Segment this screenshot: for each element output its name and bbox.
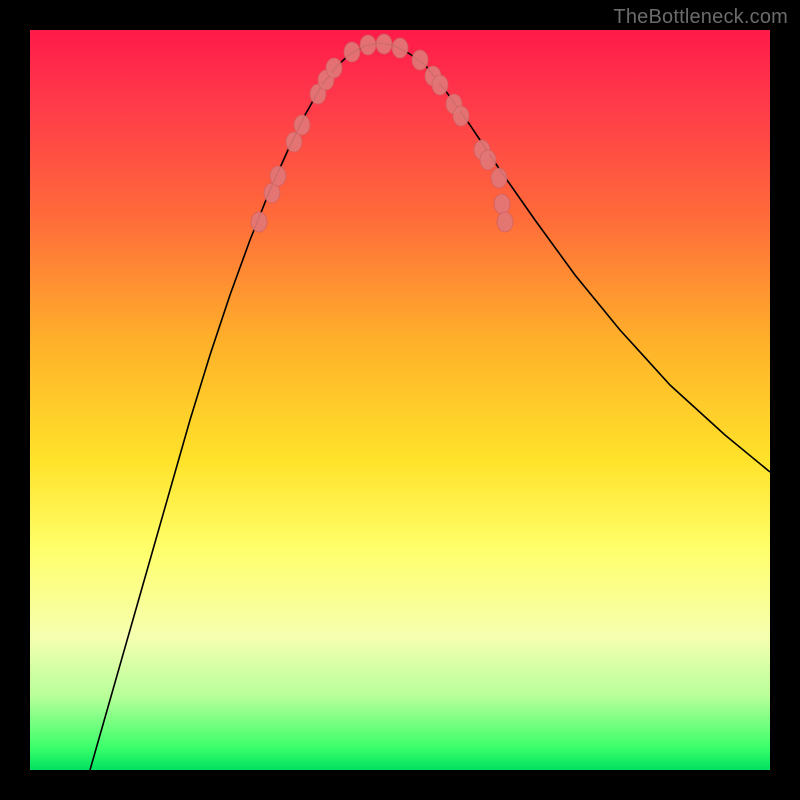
- marker-dot: [453, 106, 469, 126]
- marker-dot: [251, 212, 267, 232]
- plot-svg: [30, 30, 770, 770]
- marker-dot: [286, 132, 302, 152]
- marker-group: [251, 34, 513, 232]
- marker-dot: [326, 58, 342, 78]
- marker-dot: [494, 194, 510, 214]
- marker-dot: [344, 42, 360, 62]
- watermark-text: TheBottleneck.com: [613, 6, 788, 29]
- chart-frame: TheBottleneck.com: [0, 0, 800, 800]
- marker-dot: [491, 168, 507, 188]
- marker-dot: [432, 75, 448, 95]
- marker-dot: [392, 38, 408, 58]
- marker-dot: [412, 50, 428, 70]
- curve-group: [90, 43, 770, 770]
- marker-dot: [360, 35, 376, 55]
- marker-dot: [480, 150, 496, 170]
- marker-dot: [270, 166, 286, 186]
- plot-area: [30, 30, 770, 770]
- marker-dot: [294, 115, 310, 135]
- marker-dot: [497, 212, 513, 232]
- marker-dot: [376, 34, 392, 54]
- bottleneck-curve: [90, 43, 770, 770]
